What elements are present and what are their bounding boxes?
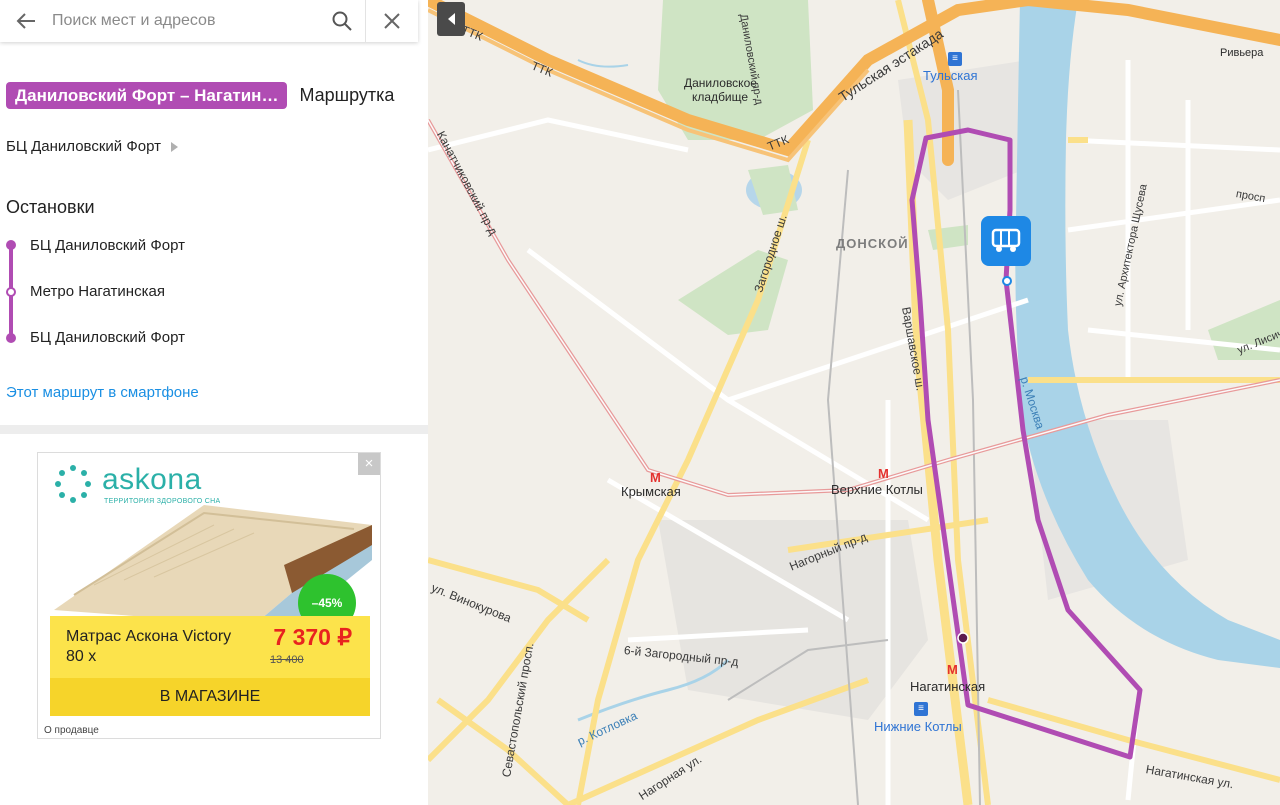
app-window: ТТК ТТК ТТК Тульская эстакада ≡ Тульская… [0, 0, 1280, 805]
metro-icon-nagatinskaya: М [947, 662, 958, 677]
route-type-label: Маршрутка [299, 85, 395, 105]
askona-logo-icon [55, 465, 91, 503]
search-input[interactable] [52, 0, 319, 42]
label-nagatinskaya-metro: Нагатинская [910, 679, 986, 694]
back-arrow-icon [16, 13, 35, 29]
close-icon [384, 13, 400, 29]
close-button[interactable] [366, 0, 418, 42]
ad-price: 7 370 ₽ [273, 624, 352, 650]
label-krymskaya: Крымская [621, 484, 681, 499]
stop-dot-2 [6, 287, 16, 297]
label-donskoy: ДОНСКОЙ [836, 236, 909, 251]
ad-brand: askona [102, 463, 202, 496]
route-name-badge: Даниловский Форт – Нагатин… [6, 82, 288, 109]
stop-dot-1 [6, 240, 16, 250]
metro-icon-krymskaya: М [650, 470, 661, 485]
route-stop-danilovsky[interactable] [1002, 276, 1012, 286]
label-nizhnie-kotly: Нижние Котлы [874, 719, 962, 734]
metro-icon-verkhnie-kotly: М [878, 466, 889, 481]
route-header: Даниловский Форт – Нагатин… Маршрутка [6, 82, 394, 109]
ad-old-price: 13 400 [270, 654, 304, 666]
ad-banner[interactable]: × askona ТЕРРИТОРИЯ ЗДОРОВОГО СНА –45% М… [37, 452, 381, 739]
back-button[interactable] [0, 0, 52, 42]
ad-seller-link[interactable]: О продавце [44, 725, 99, 736]
stop-item-1[interactable]: БЦ Даниловский Форт [30, 237, 185, 254]
ad-product-line1: Матрас Аскона Victory [66, 628, 232, 645]
collapse-panel-button[interactable] [437, 2, 465, 36]
label-kladbishche: кладбище [692, 90, 749, 104]
stop-item-2[interactable]: Метро Нагатинская [30, 283, 165, 300]
stops-heading: Остановки [6, 197, 95, 217]
label-tulskaya: Тульская [923, 68, 978, 83]
minibus-marker[interactable] [981, 216, 1031, 266]
ad-shop-button[interactable]: В МАГАЗИНЕ [50, 678, 370, 716]
label-danilovskoe: Даниловское [684, 76, 757, 90]
map-graphics [428, 0, 1280, 805]
search-button[interactable] [319, 0, 365, 42]
label-verkhnie-kotly: Верхние Котлы [831, 482, 923, 497]
route-stop-nagatinskaya[interactable] [957, 632, 969, 644]
label-riviera: Ривьера [1220, 47, 1264, 59]
panel-divider [0, 425, 428, 434]
ad-product-name: Матрас Аскона Victory 80 х [66, 627, 256, 667]
stop-dot-3 [6, 333, 16, 343]
chevron-right-icon [170, 141, 178, 152]
station-icon-nizhnie-kotly: ≡ [914, 702, 928, 716]
search-bar [0, 0, 418, 42]
map-canvas[interactable]: ТТК ТТК ТТК Тульская эстакада ≡ Тульская… [428, 0, 1280, 805]
collapse-arrow-icon [447, 13, 455, 25]
ad-product-info: Матрас Аскона Victory 80 х 7 370 ₽ 13 40… [50, 616, 370, 678]
ad-tagline: ТЕРРИТОРИЯ ЗДОРОВОГО СНА [104, 498, 221, 505]
route-on-smartphone-link[interactable]: Этот маршрут в смартфоне [6, 384, 199, 401]
search-icon [332, 11, 352, 31]
route-operator-link[interactable]: БЦ Даниловский Форт [6, 138, 178, 155]
stop-item-3[interactable]: БЦ Даниловский Форт [30, 329, 185, 346]
ad-close-button[interactable]: × [358, 453, 380, 475]
route-operator-label: БЦ Даниловский Форт [6, 138, 161, 155]
ad-product-line2: 80 х [66, 648, 97, 665]
station-icon-tulskaya: ≡ [948, 52, 962, 66]
minibus-icon [991, 228, 1021, 252]
route-panel: Даниловский Форт – Нагатин… Маршрутка БЦ… [0, 0, 428, 805]
